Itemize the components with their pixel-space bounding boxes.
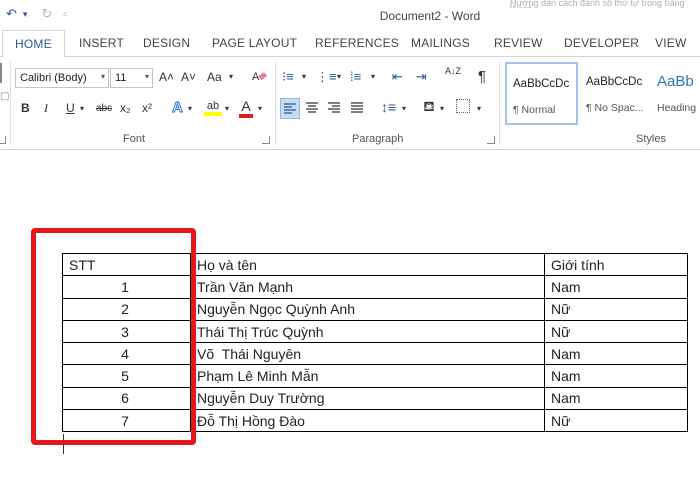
copy-icon[interactable]: ▢ <box>0 91 9 102</box>
borders-icon[interactable] <box>456 99 470 113</box>
tab-insert[interactable]: INSERT <box>79 36 124 50</box>
header-cell-gender[interactable]: Giới tính <box>544 252 688 277</box>
bold-button[interactable]: B <box>21 101 30 115</box>
font-color-button[interactable]: A <box>239 98 253 118</box>
clipboard-launcher-icon[interactable] <box>0 136 6 144</box>
tab-developer[interactable]: DEVELOPER <box>564 36 639 50</box>
tab-view[interactable]: VIEW <box>655 36 686 50</box>
faded-header-text: Hướng dẫn cách đánh số thứ tự trong bảng… <box>510 0 685 8</box>
cell-name[interactable]: Nguyễn Ngọc Quỳnh Anh <box>190 297 545 321</box>
font-launcher-icon[interactable] <box>262 136 270 144</box>
style-sample: AaBbCcDc <box>586 76 643 88</box>
superscript-button[interactable]: x² <box>142 101 152 115</box>
style-no-spacing[interactable]: AaBbCcDc ¶ No Spac... <box>580 62 653 125</box>
chevron-down-icon: ▾ <box>144 72 149 81</box>
shading-icon[interactable]: ⛾ <box>420 98 438 121</box>
bullets-icon[interactable]: ⁝≡ <box>282 69 294 85</box>
sort-icon[interactable]: A↓Z <box>445 67 461 76</box>
increase-indent-icon[interactable]: ⇥ <box>416 69 427 85</box>
underline-button[interactable]: U <box>66 101 75 115</box>
group-separator <box>275 61 276 145</box>
chevron-down-icon[interactable]: ▾ <box>229 72 233 81</box>
cell-gender[interactable]: Nữ <box>544 409 688 433</box>
cell-gender[interactable]: Nam <box>544 364 688 388</box>
chevron-down-icon[interactable]: ▾ <box>225 104 229 113</box>
strikethrough-button[interactable]: abc <box>96 103 112 114</box>
cell-name[interactable]: Nguyễn Duy Trường <box>190 386 545 411</box>
style-name: ¶ Normal <box>513 104 556 116</box>
paste-icon[interactable] <box>0 63 8 83</box>
tab-design[interactable]: DESIGN <box>143 36 190 50</box>
cell-gender[interactable]: Nữ <box>544 319 688 344</box>
style-heading[interactable]: AaBb Heading <box>651 62 700 125</box>
font-size-combo[interactable]: 11 ▾ <box>110 68 153 88</box>
cell-name[interactable]: Trần Văn Mạnh <box>190 275 545 299</box>
highlight-annotation-box <box>31 228 196 445</box>
show-formatting-marks-icon[interactable]: ¶ <box>478 68 486 85</box>
styles-group-label: Styles <box>636 133 666 145</box>
style-normal[interactable]: AaBbCcDc ¶ Normal <box>505 62 578 125</box>
chevron-down-icon[interactable]: ▾ <box>258 104 262 113</box>
align-left-button[interactable] <box>280 98 300 119</box>
align-right-button[interactable] <box>326 102 342 117</box>
styles-gallery: AaBbCcDc ¶ Normal AaBbCcDc ¶ No Spac... … <box>505 62 700 125</box>
cell-name[interactable]: Phạm Lê Minh Mẫn <box>190 364 545 388</box>
style-sample: AaBbCcDc <box>513 78 570 90</box>
chevron-down-icon[interactable]: ▾ <box>188 104 192 113</box>
tab-mailings[interactable]: MAILINGS <box>411 36 470 50</box>
chevron-down-icon[interactable]: ▾ <box>337 72 341 81</box>
font-group-label: Font <box>123 133 146 145</box>
numbering-icon[interactable]: ⋮≡ <box>316 69 337 85</box>
italic-button[interactable]: I <box>44 101 48 116</box>
multilevel-list-icon[interactable]: ⁞≡ <box>350 69 361 84</box>
cell-gender[interactable]: Nam <box>544 386 688 411</box>
svg-text:A: A <box>252 71 260 83</box>
style-name: Heading <box>657 102 697 114</box>
decrease-indent-icon[interactable]: ⇤ <box>392 69 403 85</box>
tab-page-layout[interactable]: PAGE LAYOUT <box>212 36 297 50</box>
clear-formatting-icon[interactable]: A <box>251 68 267 85</box>
chevron-down-icon[interactable]: ▾ <box>440 104 444 113</box>
title-bar: ↶ ▾ ↻ ⩡ Document2 - Word Hướng dẫn cách … <box>0 0 700 30</box>
chevron-down-icon: ▾ <box>100 72 105 81</box>
cell-name[interactable]: Võ Thái Nguyên <box>190 342 545 366</box>
font-name-value: Calibri (Body) <box>20 72 87 84</box>
font-size-value: 11 <box>115 72 127 84</box>
paragraph-group-label: Paragraph <box>352 133 404 145</box>
ribbon-tabs: HOME INSERT DESIGN PAGE LAYOUT REFERENCE… <box>0 30 700 58</box>
style-name: ¶ No Spac... <box>586 102 644 114</box>
cell-name[interactable]: Đỗ Thị Hồng Đào <box>190 409 545 433</box>
font-name-combo[interactable]: Calibri (Body) ▾ <box>15 68 109 88</box>
paragraph-launcher-icon[interactable] <box>487 136 495 144</box>
tab-home[interactable]: HOME <box>2 30 65 58</box>
line-spacing-icon[interactable]: ↕≡ <box>381 99 396 115</box>
cell-gender[interactable]: Nam <box>544 342 688 366</box>
group-separator <box>10 61 11 145</box>
chevron-down-icon[interactable]: ▾ <box>371 72 375 81</box>
chevron-down-icon[interactable]: ▾ <box>402 104 406 113</box>
align-center-button[interactable] <box>304 102 320 117</box>
cell-name[interactable]: Thái Thị Trúc Quỳnh <box>190 319 545 344</box>
chevron-down-icon[interactable]: ▾ <box>302 72 306 81</box>
cell-gender[interactable]: Nữ <box>544 297 688 321</box>
tab-references[interactable]: REFERENCES <box>315 36 399 50</box>
text-effects-button[interactable]: A <box>172 99 184 117</box>
tab-review[interactable]: REVIEW <box>494 36 543 50</box>
shrink-font-icon[interactable]: A˅ <box>181 70 196 84</box>
cell-gender[interactable]: Nam <box>544 275 688 299</box>
group-separator <box>499 61 500 145</box>
chevron-down-icon[interactable]: ▾ <box>477 104 481 113</box>
grow-font-icon[interactable]: A˄ <box>159 70 174 84</box>
highlight-color-button[interactable]: ab <box>204 100 222 116</box>
window-title: Document2 - Word <box>379 9 481 23</box>
subscript-button[interactable]: x₂ <box>120 101 131 115</box>
header-cell-name[interactable]: Họ và tên <box>190 252 545 277</box>
chevron-down-icon[interactable]: ▾ <box>80 104 84 113</box>
ribbon: ▢ Calibri (Body) ▾ 11 ▾ A˄ A˅ Aa ▾ A B I… <box>0 57 700 150</box>
change-case-icon[interactable]: Aa <box>207 70 222 84</box>
style-sample: AaBb <box>657 73 694 90</box>
justify-button[interactable] <box>349 102 365 117</box>
